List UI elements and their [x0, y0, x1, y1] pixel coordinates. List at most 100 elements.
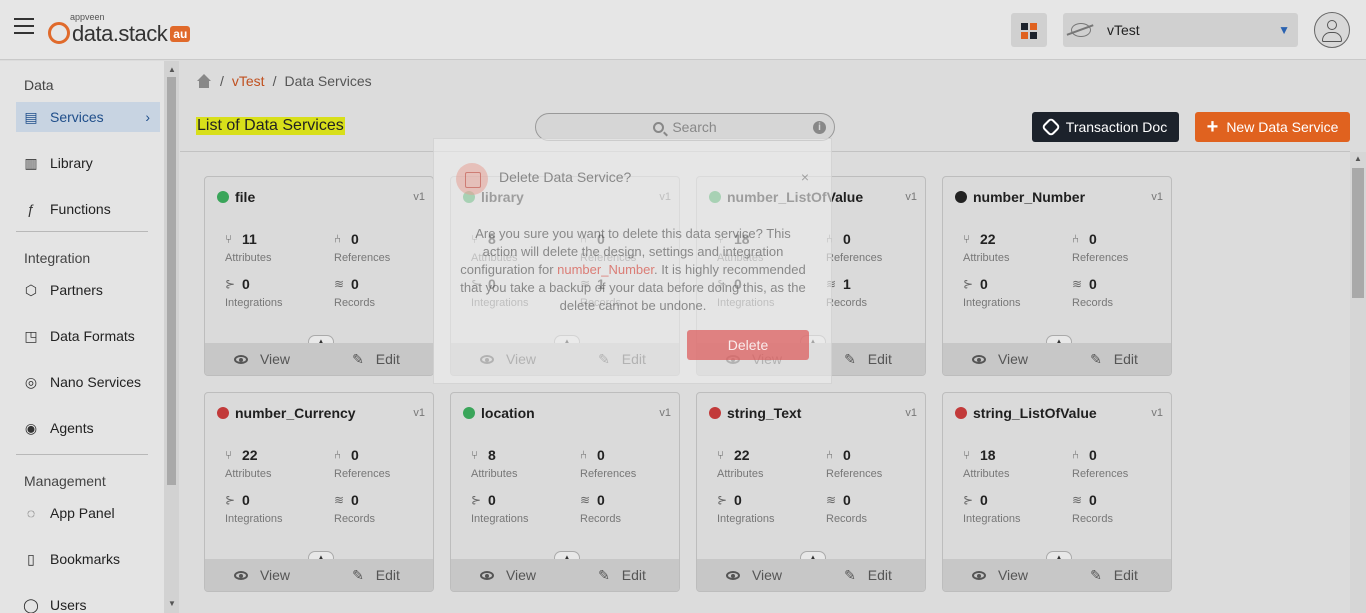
stat-integrations: ⊱ 0 Integrations: [717, 492, 817, 525]
app-logo[interactable]: appveen data.stack au: [48, 12, 191, 46]
integrations-icon: ⊱: [225, 493, 236, 507]
nano-services-icon: ◎: [24, 373, 38, 390]
pencil-icon: ✎: [352, 350, 364, 367]
view-label: View: [259, 567, 291, 583]
edit-button[interactable]: ✎ Edit: [319, 343, 433, 375]
user-avatar[interactable]: [1314, 12, 1350, 48]
service-card[interactable]: string_Text v1 ⑂ 22 Attributes ⑃ 0 Referen…: [696, 392, 926, 592]
view-button[interactable]: View: [205, 343, 319, 375]
view-button[interactable]: View: [943, 343, 1057, 375]
service-name-text: number_Currency: [235, 405, 356, 421]
search-input[interactable]: Search i: [535, 113, 835, 141]
view-button[interactable]: View: [205, 559, 319, 591]
references-label: References: [826, 468, 883, 480]
view-button[interactable]: View: [697, 559, 811, 591]
edit-button[interactable]: ✎ Edit: [565, 559, 679, 591]
pencil-icon: ✎: [844, 350, 856, 367]
sidebar-item-label: Bookmarks: [50, 551, 121, 567]
stat-records: ≋1 Records: [826, 276, 925, 309]
info-icon[interactable]: i: [813, 121, 826, 134]
edit-button[interactable]: ✎ Edit: [319, 559, 433, 591]
service-name[interactable]: string_ListOfValue: [955, 405, 1097, 421]
service-card[interactable]: number_Currency v1 ⑂ 22 Attributes ⑃ 0 Ref…: [204, 392, 434, 592]
edit-button[interactable]: ✎ Edit: [1057, 343, 1171, 375]
logo-small-text: appveen: [70, 12, 105, 22]
scroll-up-arrow-icon[interactable]: ▲: [168, 65, 176, 74]
references-icon: ⑃: [826, 448, 834, 462]
attributes-count: 11: [242, 231, 257, 247]
link-icon: [1040, 117, 1061, 137]
home-icon[interactable]: [196, 74, 212, 88]
sidebar-item-bookmarks[interactable]: ▯ Bookmarks: [16, 544, 160, 574]
main-scrollbar[interactable]: ▲: [1350, 152, 1366, 613]
sidebar-item-agents[interactable]: ◉ Agents: [16, 413, 160, 443]
breadcrumb-app-link[interactable]: vTest: [232, 73, 265, 89]
main-scrollbar-thumb[interactable]: [1352, 168, 1364, 298]
view-button[interactable]: View: [451, 559, 565, 591]
sidebar-item-app-panel[interactable]: ◌ App Panel: [16, 498, 160, 528]
sidebar-item-data-formats[interactable]: ◳ Data Formats: [16, 321, 160, 351]
breadcrumb: / vTest / Data Services: [196, 73, 372, 89]
scroll-down-arrow-icon[interactable]: ▼: [168, 599, 176, 608]
references-count: 0: [1089, 231, 1097, 247]
service-version: v1: [1151, 407, 1163, 419]
new-data-service-button[interactable]: + New Data Service: [1195, 112, 1350, 142]
edit-button[interactable]: ✎ Edit: [1057, 559, 1171, 591]
view-button[interactable]: View: [943, 559, 1057, 591]
sidebar-item-label: Library: [50, 155, 93, 171]
grid-icon: [1030, 32, 1037, 39]
service-name[interactable]: file: [217, 189, 255, 205]
records-count: 0: [351, 276, 359, 292]
transaction-doc-button[interactable]: Transaction Doc: [1032, 112, 1179, 142]
edit-label: Edit: [375, 567, 400, 583]
apps-grid-button[interactable]: [1011, 13, 1047, 47]
service-name[interactable]: number_Number: [955, 189, 1085, 205]
card-footer: View ✎ Edit: [205, 343, 433, 375]
references-count: 0: [843, 447, 851, 463]
attributes-label: Attributes: [963, 252, 1010, 264]
sidebar-divider: [16, 231, 148, 232]
references-label: References: [1072, 252, 1129, 264]
service-name[interactable]: number_Currency: [217, 405, 356, 421]
records-label: Records: [826, 297, 867, 309]
service-card[interactable]: number_Number v1 ⑂ 22 Attributes ⑃ 0 Refer…: [942, 176, 1172, 376]
stat-references: ⑃ 0 References: [1072, 447, 1171, 480]
close-icon[interactable]: ×: [801, 169, 809, 185]
integrations-label: Integrations: [225, 513, 283, 525]
records-label: Records: [580, 513, 621, 525]
service-name[interactable]: location: [463, 405, 535, 421]
sidebar-item-library[interactable]: ▥ Library: [16, 148, 160, 178]
stat-references: ⑃ 0 References: [580, 447, 679, 480]
integrations-count: 0: [488, 492, 496, 508]
app-selector[interactable]: vTest ▼: [1063, 13, 1298, 47]
breadcrumb-separator: /: [220, 73, 224, 89]
hamburger-menu-icon[interactable]: [14, 18, 34, 38]
edit-button[interactable]: ✎ Edit: [811, 559, 925, 591]
service-version: v1: [659, 407, 671, 419]
sidebar-item-nano-services[interactable]: ◎ Nano Services: [16, 367, 160, 397]
service-name[interactable]: string_Text: [709, 405, 801, 421]
attributes-label: Attributes: [963, 468, 1010, 480]
sidebar-item-functions[interactable]: ƒ Functions: [16, 194, 160, 224]
status-dot: [955, 407, 967, 419]
service-card[interactable]: location v1 ⑂ 8 Attributes ⑃ 0 References …: [450, 392, 680, 592]
sidebar-scrollbar-thumb[interactable]: [167, 77, 176, 485]
references-count: 0: [843, 231, 851, 247]
records-icon: ≋: [580, 493, 591, 507]
eye-icon: [971, 354, 986, 364]
integrations-icon: ⊱: [717, 493, 728, 507]
service-version: v1: [1151, 191, 1163, 203]
records-label: Records: [826, 513, 867, 525]
sidebar-item-users[interactable]: ◯ Users: [16, 590, 160, 613]
services-icon: ▤: [24, 108, 38, 125]
service-card[interactable]: file v1 ⑂ 11 Attributes ⑃ 0 References ⊱ 0 …: [204, 176, 434, 376]
view-label: View: [751, 567, 783, 583]
delete-button[interactable]: Delete: [687, 330, 809, 360]
attributes-count: 8: [488, 447, 496, 463]
sidebar-item-services[interactable]: ▤ Services ›: [16, 102, 160, 132]
sidebar-scrollbar[interactable]: ▲ ▼: [164, 61, 179, 613]
service-card[interactable]: string_ListOfValue v1 ⑂ 18 Attributes ⑃ 0 …: [942, 392, 1172, 592]
scroll-up-arrow-icon[interactable]: ▲: [1354, 154, 1362, 163]
stat-references: ⑃ 0 References: [1072, 231, 1171, 264]
sidebar-item-partners[interactable]: ⬡ Partners: [16, 275, 160, 305]
